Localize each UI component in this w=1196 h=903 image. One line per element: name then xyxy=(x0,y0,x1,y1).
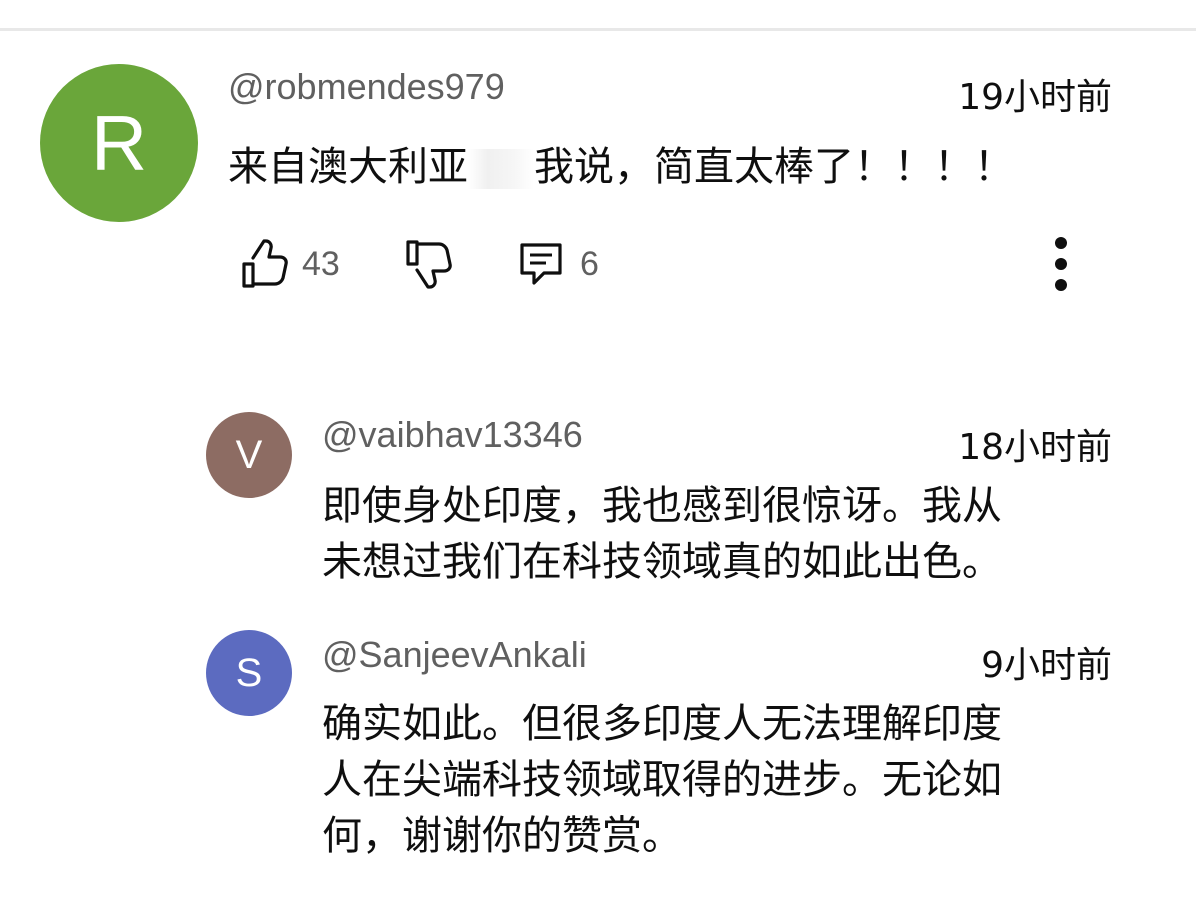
like-button[interactable]: 43 xyxy=(240,234,340,294)
reply-text-line: 确实如此。但很多印度人无法理解印度 xyxy=(322,701,1002,747)
reply-avatar[interactable]: S xyxy=(206,630,292,716)
dislike-button[interactable] xyxy=(404,234,452,294)
avatar[interactable]: R xyxy=(40,64,198,222)
like-count: 43 xyxy=(302,244,340,283)
more-options-button[interactable] xyxy=(1046,234,1076,294)
reply-text: 确实如此。但很多印度人无法理解印度 人在尖端科技领域取得的进步。无论如 何，谢谢… xyxy=(322,696,1002,864)
comment-text: 来自澳大利亚 我说，简直太棒了！！！！ xyxy=(228,134,1014,192)
reply-avatar[interactable]: V xyxy=(206,412,292,498)
comment-author-handle[interactable]: @robmendes979 xyxy=(228,66,505,108)
thumbs-up-icon xyxy=(242,239,288,288)
reply-text-line: 未想过我们在科技领域真的如此出色。 xyxy=(322,539,1002,585)
reply-count: 6 xyxy=(580,244,599,283)
comment-text-end: 我说，简直太棒了！！！！ xyxy=(534,144,1014,190)
reply-button[interactable]: 6 xyxy=(516,234,599,294)
reply-author-handle[interactable]: @vaibhav13346 xyxy=(322,414,583,456)
reply-timestamp: 18小时前 xyxy=(958,427,1112,468)
more-vertical-icon xyxy=(1055,237,1067,291)
avatar-letter: R xyxy=(90,98,148,187)
avatar-letter: V xyxy=(235,432,263,477)
top-divider xyxy=(0,28,1196,31)
reply-text-line: 即使身处印度，我也感到很惊讶。我从 xyxy=(322,483,1002,529)
redacted-blur xyxy=(468,149,534,189)
comment-actions: 43 6 xyxy=(240,234,1120,294)
comment-timestamp: 19小时前 xyxy=(958,77,1112,118)
reply-timestamp: 9小时前 xyxy=(981,645,1112,686)
reply-text-line: 何，谢谢你的赞赏。 xyxy=(322,813,682,859)
reply-comment-icon xyxy=(520,243,562,285)
comment-text-start: 来自澳大利亚 xyxy=(228,144,468,190)
reply-author-handle[interactable]: @SanjeevAnkali xyxy=(322,634,587,676)
thumbs-down-icon xyxy=(406,240,452,289)
avatar-letter: S xyxy=(235,650,263,695)
reply-text: 即使身处印度，我也感到很惊讶。我从 未想过我们在科技领域真的如此出色。 xyxy=(322,478,1002,590)
reply-text-line: 人在尖端科技领域取得的进步。无论如 xyxy=(322,757,1002,803)
